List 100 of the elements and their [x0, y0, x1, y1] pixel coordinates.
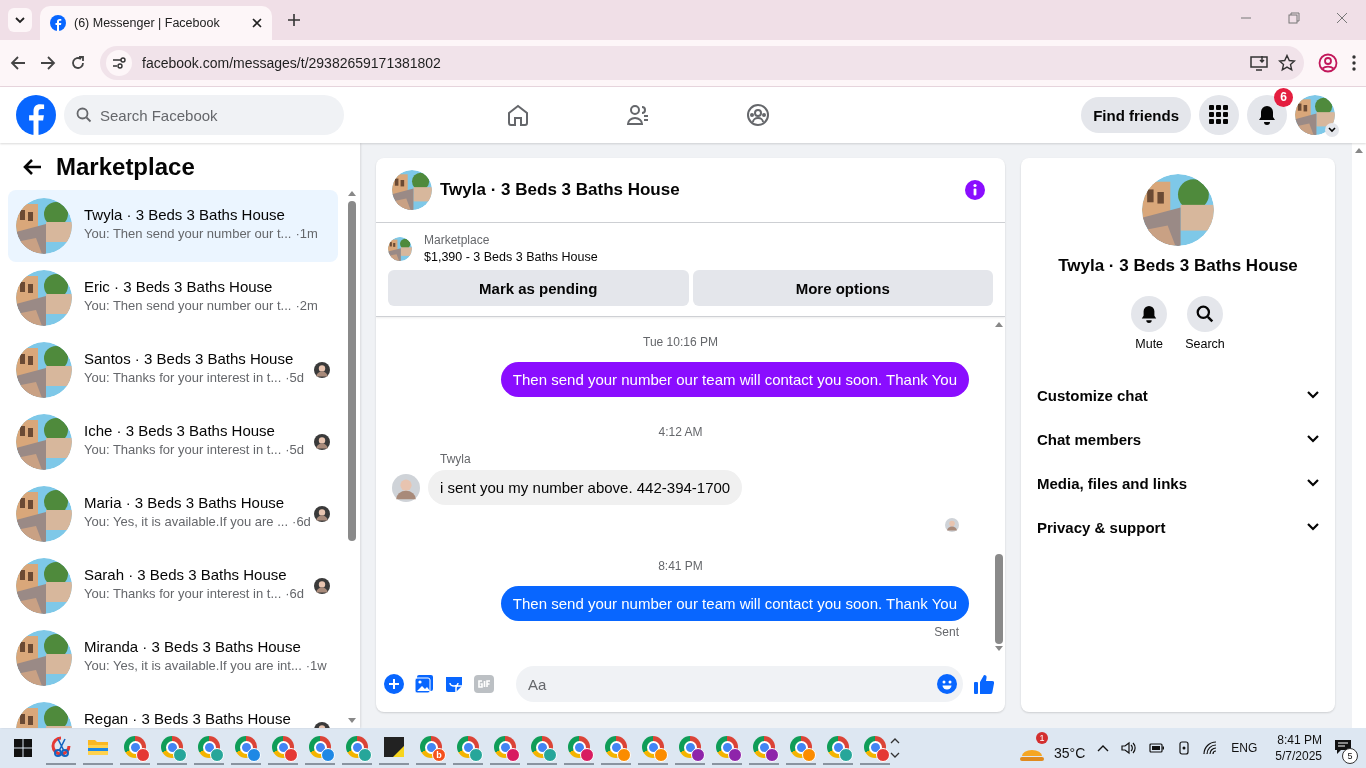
- back-icon[interactable]: [10, 55, 26, 71]
- tab-title: (6) Messenger | Facebook: [74, 16, 221, 30]
- install-icon[interactable]: [1250, 55, 1268, 71]
- action-label: Search: [1185, 337, 1225, 351]
- search-field[interactable]: Search Facebook: [64, 95, 344, 135]
- message-time: ·1w: [305, 658, 327, 673]
- mute-button[interactable]: [1131, 296, 1168, 332]
- temperature[interactable]: 35°C: [1054, 745, 1086, 761]
- phone-link-icon[interactable]: [1177, 741, 1192, 755]
- conversation-name: Eric · 3 Beds 3 Baths House: [84, 278, 274, 295]
- chevron-icon[interactable]: [1097, 744, 1110, 752]
- message-preview: You: Then send your number our t...: [84, 298, 292, 313]
- facebook-icon: [50, 15, 66, 31]
- clock-time: 8:41 PM: [1277, 732, 1322, 748]
- message-timestamp: Tue 10:16 PM: [642, 335, 719, 349]
- caret-icon[interactable]: [1328, 127, 1336, 133]
- info-icon[interactable]: [965, 180, 985, 200]
- input-placeholder: Aa: [528, 675, 548, 693]
- conversation-item[interactable]: Maria · 3 Beds 3 Baths House You: Yes, it is available.If you are ... ·6d: [8, 478, 338, 550]
- facebook-logo[interactable]: [16, 95, 56, 135]
- battery-icon[interactable]: [1149, 742, 1166, 754]
- message-preview: You: Yes, it is available.If you are int...: [84, 658, 302, 673]
- scroll-down-icon[interactable]: [995, 646, 1003, 652]
- avatar-icon: [945, 518, 959, 532]
- clock-date: 5/7/2025: [1275, 748, 1322, 764]
- conversation-name: Regan · 3 Beds 3 Baths House: [84, 710, 292, 727]
- windows-start-icon[interactable]: [14, 739, 32, 757]
- weather-badge: 1: [1036, 732, 1048, 744]
- back-icon[interactable]: [22, 157, 42, 176]
- avatar-icon: [314, 362, 330, 378]
- conversation-item[interactable]: Iche · 3 Beds 3 Baths House You: Thanks for your interest in t... ·5d: [8, 406, 338, 478]
- listing-label: Marketplace: [424, 233, 491, 247]
- sent-message: Then send your number our team will contact you soon. Thank You: [500, 362, 969, 397]
- conversation-item[interactable]: Sarah · 3 Beds 3 Baths House You: Thanks for your interest in t... ·6d: [8, 550, 338, 622]
- scrollbar-thumb[interactable]: [348, 201, 356, 541]
- new-tab-icon[interactable]: [288, 14, 300, 26]
- message-preview: You: Thanks for your interest in t...: [84, 586, 282, 601]
- thumbs-up-icon[interactable]: [973, 673, 995, 695]
- chat-title: Twyla · 3 Beds 3 Baths House: [440, 180, 681, 200]
- search-button[interactable]: [1187, 296, 1223, 332]
- search-icon: [76, 107, 92, 123]
- section-header[interactable]: Privacy & support: [1029, 505, 1327, 549]
- conversation-item[interactable]: Twyla · 3 Beds 3 Baths House You: Then send your number our t... ·1m: [8, 190, 338, 262]
- menu-icon[interactable]: [1352, 55, 1356, 71]
- sticky-note-icon: [383, 736, 405, 758]
- search-placeholder: Search Facebook: [100, 106, 218, 124]
- conversation-item[interactable]: Santos · 3 Beds 3 Baths House You: Thanks for your interest in t... ·5d: [8, 334, 338, 406]
- site-settings-icon[interactable]: [112, 56, 126, 70]
- groups-icon[interactable]: [745, 103, 770, 127]
- message-preview: You: Yes, it is available.If you are ...: [84, 514, 289, 529]
- message-time: ·1m: [295, 226, 318, 241]
- scroll-up-icon[interactable]: [1355, 147, 1363, 153]
- sticker-icon[interactable]: [444, 674, 464, 694]
- message-preview: You: Thanks for your interest in t...: [84, 442, 282, 457]
- message-time: ·2m: [295, 298, 318, 313]
- language-indicator[interactable]: ENG: [1231, 741, 1258, 755]
- section-header[interactable]: Customize chat: [1029, 373, 1327, 417]
- message-input[interactable]: Aa: [516, 666, 963, 702]
- profile-icon[interactable]: [1318, 53, 1338, 73]
- star-icon[interactable]: [1278, 54, 1296, 72]
- photo-icon[interactable]: [414, 674, 434, 694]
- clock[interactable]: 8:41 PM 5/7/2025: [1275, 732, 1322, 764]
- sent-message: Then send your number our team will contact you soon. Thank You: [500, 586, 969, 621]
- conversation-name: Iche · 3 Beds 3 Baths House: [84, 422, 276, 439]
- message-time: ·5d: [285, 442, 305, 457]
- bell-icon: [1140, 305, 1159, 323]
- section-header[interactable]: Media, files and links: [1029, 461, 1327, 505]
- conversation-item[interactable]: Eric · 3 Beds 3 Baths House You: Then send your number our t... ·2m: [8, 262, 338, 334]
- listing-action-button[interactable]: Mark as pending: [388, 270, 689, 306]
- tab-search-button[interactable]: [8, 8, 32, 32]
- scroll-down-icon[interactable]: [348, 718, 356, 724]
- find-friends-button[interactable]: Find friends: [1081, 97, 1191, 133]
- speaker-icon[interactable]: [1121, 741, 1138, 755]
- avatar-icon: [392, 473, 420, 502]
- browser-tab[interactable]: (6) Messenger | Facebook: [40, 6, 272, 40]
- scrollbar-thumb[interactable]: [995, 554, 1003, 644]
- scroll-up-icon[interactable]: [348, 190, 356, 196]
- message-time: ·6d: [292, 514, 311, 529]
- section-header[interactable]: Chat members: [1029, 417, 1327, 461]
- add-icon[interactable]: [384, 674, 404, 694]
- home-icon[interactable]: [505, 103, 530, 127]
- reload-icon[interactable]: [70, 55, 86, 71]
- restore-icon[interactable]: [1288, 12, 1300, 24]
- friends-icon[interactable]: [625, 103, 650, 127]
- listing-action-button[interactable]: More options: [692, 270, 993, 306]
- message-preview: You: Thanks for your interest in t...: [84, 370, 282, 385]
- message-status: Sent: [934, 625, 959, 639]
- menu-button[interactable]: [1199, 95, 1239, 135]
- scroll-up-icon[interactable]: [995, 321, 1003, 327]
- contact-name: Twyla · 3 Beds 3 Baths House: [1058, 256, 1298, 276]
- address-bar[interactable]: facebook.com/messages/t/29382659171381802: [100, 46, 1304, 80]
- scissors-icon: [50, 736, 72, 758]
- forward-icon[interactable]: [40, 55, 56, 71]
- message-timestamp: 8:41 PM: [657, 559, 704, 573]
- message-time: ·5d: [285, 370, 305, 385]
- conversation-item[interactable]: Miranda · 3 Beds 3 Baths House You: Yes, it is available.If you are int... ·1w: [8, 622, 338, 694]
- close-icon[interactable]: [252, 18, 262, 28]
- message-preview: You: Then send your number our t...: [84, 226, 292, 241]
- emoji-icon[interactable]: [937, 674, 957, 694]
- message-time: ·6d: [285, 586, 305, 601]
